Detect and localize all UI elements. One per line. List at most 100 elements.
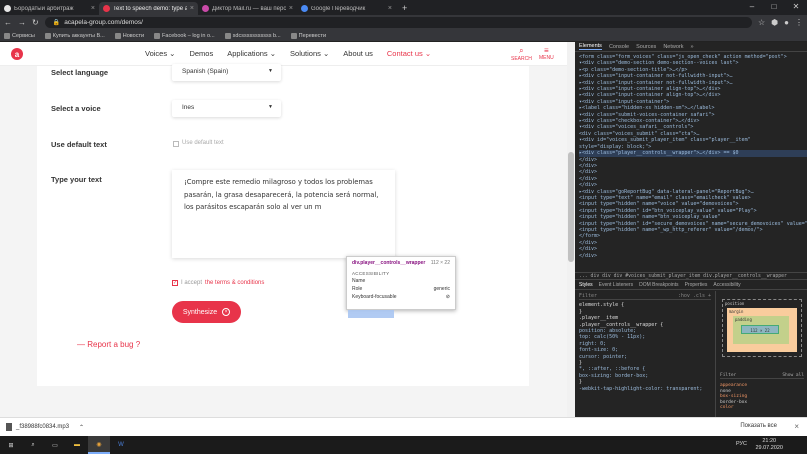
devtools-tab[interactable]: » bbox=[690, 44, 693, 50]
bookmark-item[interactable]: Перевести bbox=[290, 32, 327, 39]
file-explorer-icon[interactable]: ▬ bbox=[66, 436, 88, 454]
back-icon[interactable]: ← bbox=[4, 18, 12, 27]
voice-value: Ines bbox=[182, 104, 195, 111]
windows-start-icon[interactable]: ⊞ bbox=[0, 436, 22, 454]
tab-close-icon[interactable]: × bbox=[91, 5, 95, 12]
star-icon[interactable]: ☆ bbox=[758, 18, 765, 27]
bookmark-item[interactable]: sdcsssssssssss b... bbox=[224, 32, 281, 39]
devtools-tab[interactable]: Sources bbox=[636, 44, 656, 50]
kebab-menu-icon[interactable]: ⋮ bbox=[795, 18, 803, 27]
lock-icon: 🔒 bbox=[52, 20, 61, 26]
clock-date: 29.07.2020 bbox=[755, 445, 783, 451]
show-all-toggle[interactable]: Show all bbox=[782, 373, 804, 378]
browser-tab[interactable]: Диктор Mail.ru — ваш персона× bbox=[198, 2, 297, 15]
select-language-label: Select language bbox=[51, 68, 109, 77]
nav-link[interactable]: Voices ⌄ bbox=[145, 49, 175, 58]
bookmark-item[interactable]: Facebook – log in o... bbox=[154, 32, 215, 39]
bookmarks-bar: Сервисы Купить аккаунты В... Новости Facebo… bbox=[0, 30, 807, 42]
download-item[interactable]: _f38988fc0834.mp3 ⌃ bbox=[6, 423, 84, 431]
file-icon bbox=[6, 423, 12, 431]
tooltip-row-key: Role bbox=[352, 286, 363, 292]
show-all-downloads[interactable]: Показать все bbox=[740, 423, 777, 429]
nav-link[interactable]: Solutions ⌄ bbox=[290, 49, 329, 58]
tooltip-row: Keyboard-focusable ⊘ bbox=[352, 294, 450, 300]
profile-icon[interactable]: ● bbox=[784, 18, 789, 27]
word-icon[interactable]: W bbox=[110, 436, 132, 454]
report-bug-link[interactable]: — Report a bug ? bbox=[77, 340, 140, 349]
chrome-icon[interactable]: ◉ bbox=[88, 436, 110, 454]
window-controls: – □ ✕ bbox=[741, 0, 807, 14]
browser-tab[interactable]: Google Переводчик × bbox=[297, 2, 396, 15]
computed-filter[interactable]: Filter bbox=[720, 373, 736, 378]
nav-link[interactable]: Demos bbox=[189, 49, 213, 58]
default-text-checkbox[interactable] bbox=[173, 141, 179, 147]
chevron-up-icon[interactable]: ⌃ bbox=[79, 424, 84, 431]
browser-tab[interactable]: Text to speech demo: type and t× bbox=[99, 2, 198, 15]
language-select[interactable]: Spanish (Spain) ▼ bbox=[172, 64, 281, 81]
voice-select[interactable]: Ines ▼ bbox=[172, 100, 281, 117]
devtools-tab[interactable]: Elements bbox=[579, 43, 602, 50]
maximize-icon[interactable]: □ bbox=[763, 0, 785, 14]
bookmark-item[interactable]: Новости bbox=[114, 32, 145, 39]
terms-row: ✓ I accept the terms & conditions bbox=[172, 280, 264, 286]
task-view-icon[interactable]: ▭ bbox=[44, 436, 66, 454]
dom-node-line[interactable]: </div> bbox=[579, 253, 807, 259]
forward-icon[interactable]: → bbox=[18, 18, 26, 27]
styles-tab[interactable]: DOM Breakpoints bbox=[639, 282, 678, 288]
extension-icon[interactable]: ⬢ bbox=[771, 18, 778, 27]
tab-close-icon[interactable]: × bbox=[388, 5, 392, 12]
page-scrollbar[interactable] bbox=[567, 42, 575, 417]
text-input[interactable]: ¡Compre este remedio milagroso y todos l… bbox=[172, 170, 395, 258]
styles-tab[interactable]: Accessibility bbox=[713, 282, 740, 288]
synthesize-button[interactable]: Synthesize × bbox=[172, 301, 241, 323]
styles-filter[interactable]: Filter bbox=[579, 293, 597, 299]
bookmark-icon bbox=[224, 32, 231, 39]
close-download-bar-icon[interactable]: × bbox=[794, 422, 799, 431]
terms-link[interactable]: the terms & conditions bbox=[205, 280, 264, 286]
bookmark-icon bbox=[154, 32, 161, 39]
input-language[interactable]: РУС bbox=[736, 441, 747, 447]
browser-tab-bar: Бородатый арбитраж × Text to speech demo: … bbox=[0, 0, 807, 15]
bookmark-item[interactable]: Сервисы bbox=[4, 32, 35, 39]
chevron-down-icon: ▼ bbox=[268, 104, 273, 110]
devtools-tab[interactable]: Console bbox=[609, 44, 629, 50]
styles-tab[interactable]: Properties bbox=[685, 282, 708, 288]
dom-breadcrumb[interactable]: ... div div div #voices_submit_player_it… bbox=[575, 272, 807, 280]
site-search[interactable]: ⌕ SEARCH bbox=[511, 46, 532, 62]
clock[interactable]: 21:20 29.07.2020 bbox=[755, 438, 783, 452]
bookmark-label: Facebook – log in o... bbox=[162, 32, 215, 39]
box-position: position margin padding 112 × 22 bbox=[722, 299, 802, 357]
search-icon[interactable]: ⌕ bbox=[22, 436, 44, 454]
nav-link[interactable]: Applications ⌄ bbox=[227, 49, 276, 58]
reload-icon[interactable]: ↻ bbox=[32, 18, 39, 27]
nav-link[interactable]: Contact us ⌄ bbox=[387, 49, 431, 58]
scrollbar-thumb[interactable] bbox=[568, 152, 574, 262]
menu-label: MENU bbox=[539, 55, 554, 61]
inspector-tooltip: div.player__controls__wrapper 112 × 22 A… bbox=[346, 256, 456, 310]
computed-line: box-sizing bbox=[720, 394, 748, 400]
terms-checkbox[interactable]: ✓ bbox=[172, 280, 178, 286]
styles-pane: Filter :hov .cls + element.style {} .play… bbox=[575, 291, 715, 417]
new-tab-button[interactable]: + bbox=[396, 3, 413, 13]
close-window-icon[interactable]: ✕ bbox=[785, 0, 807, 14]
url-field[interactable]: 🔒 acapela-group.com/demos/ bbox=[44, 17, 752, 28]
minimize-icon[interactable]: – bbox=[741, 0, 763, 14]
dom-tree: <form class="form_voices" class="js_open… bbox=[575, 52, 807, 272]
bookmark-label: Перевести bbox=[298, 32, 327, 39]
devtools-tabs: Elements Console Sources Network » bbox=[575, 42, 807, 52]
tab-title: Google Переводчик bbox=[311, 5, 366, 12]
page-viewport: a Voices ⌄ Demos Applications ⌄ Solutions ⌄… bbox=[0, 42, 575, 417]
styles-tab[interactable]: Styles bbox=[579, 282, 593, 288]
styles-filter-hint[interactable]: :hov .cls + bbox=[678, 293, 711, 299]
tab-close-icon[interactable]: × bbox=[190, 5, 194, 12]
browser-tab[interactable]: Бородатый арбитраж × bbox=[0, 2, 99, 15]
url-text: acapela-group.com/demos/ bbox=[64, 19, 143, 26]
acapela-logo[interactable]: a bbox=[11, 48, 23, 60]
nav-link[interactable]: About us bbox=[343, 49, 373, 58]
devtools-tab[interactable]: Network bbox=[663, 44, 683, 50]
styles-tab[interactable]: Event Listeners bbox=[599, 282, 633, 288]
tab-close-icon[interactable]: × bbox=[289, 5, 293, 12]
site-menu[interactable]: ≡ MENU bbox=[539, 46, 554, 61]
bookmark-item[interactable]: Купить аккаунты В... bbox=[44, 32, 105, 39]
bookmark-label: Новости bbox=[122, 32, 145, 39]
